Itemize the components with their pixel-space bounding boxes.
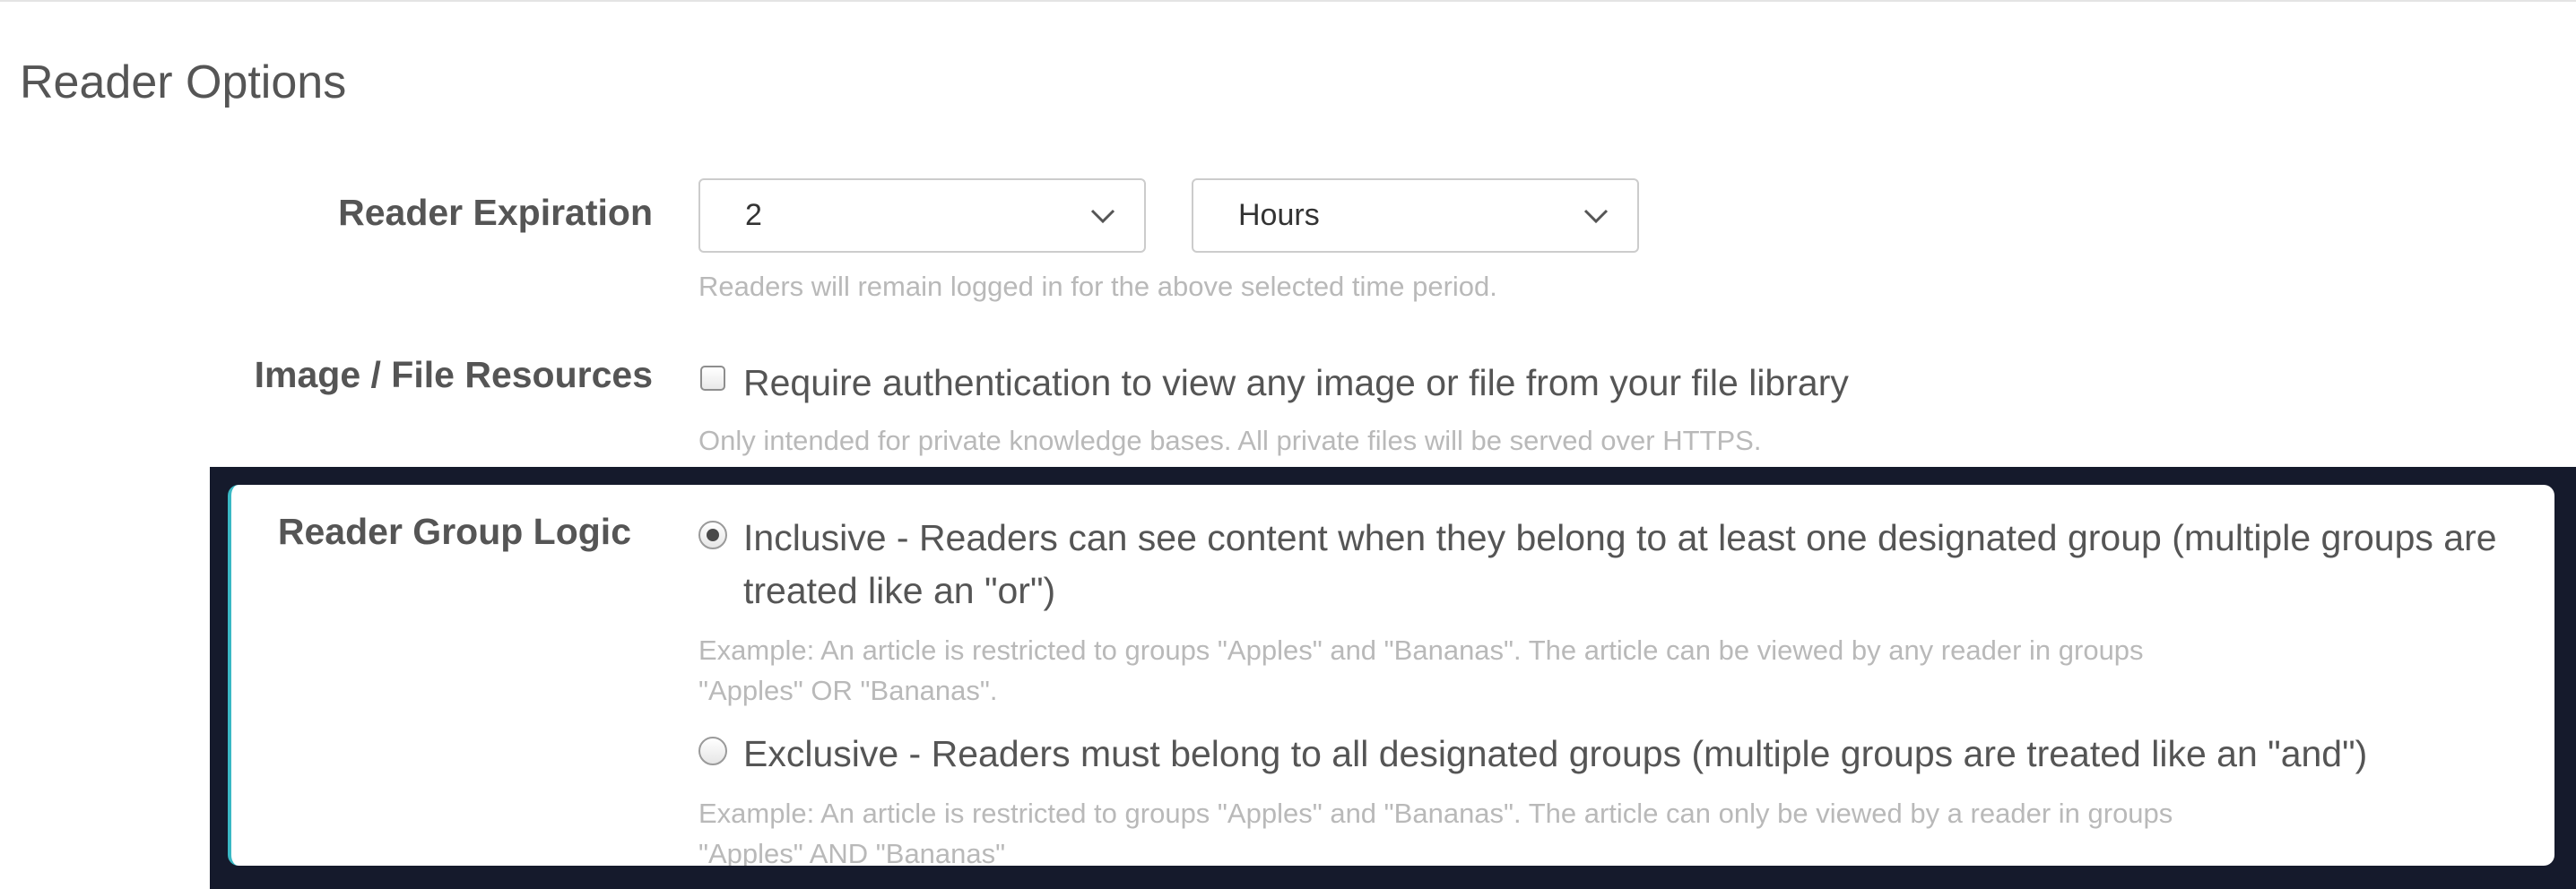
exclusive-radio[interactable] (698, 737, 727, 765)
highlight-frame-right (2554, 467, 2576, 889)
exclusive-help-line2: "Apples" AND "Bananas" (698, 838, 1006, 866)
inclusive-option-line1[interactable]: Inclusive - Readers can see content when… (743, 512, 2497, 564)
inclusive-option-line2[interactable]: treated like an "or") (743, 565, 1055, 617)
exclusive-help-line1: Example: An article is restricted to gro… (698, 798, 2173, 829)
inclusive-help-line2: "Apples" OR "Bananas". (698, 675, 998, 706)
inclusive-help-line1: Example: An article is restricted to gro… (698, 634, 2144, 666)
highlight-frame-bottom (210, 866, 2576, 889)
inclusive-radio[interactable] (698, 521, 727, 549)
group-logic-label: Reader Group Logic (277, 511, 631, 552)
group-logic-content: Reader Group Logic Inclusive - Readers c… (0, 0, 2554, 866)
exclusive-option-line1[interactable]: Exclusive - Readers must belong to all d… (743, 728, 2367, 780)
